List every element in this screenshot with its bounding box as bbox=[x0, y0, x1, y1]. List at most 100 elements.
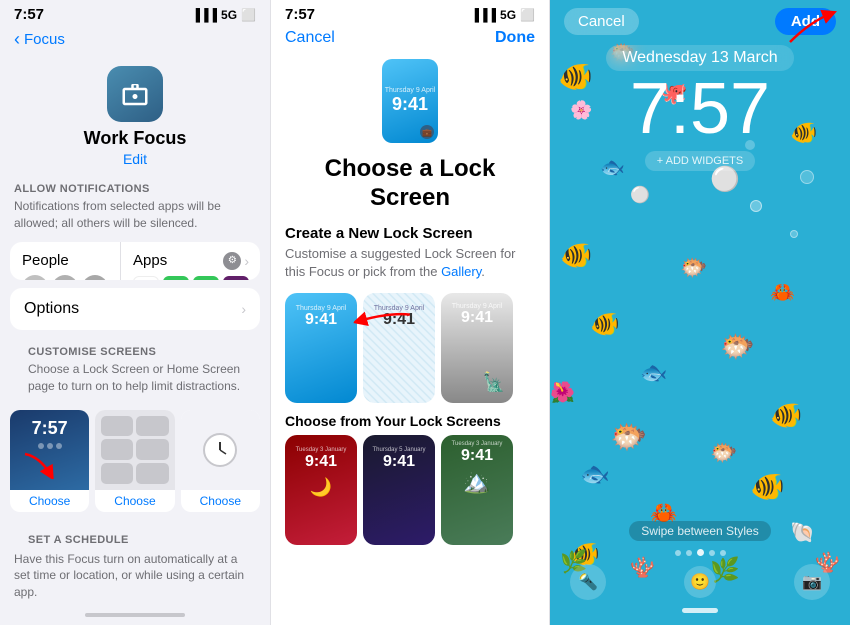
focus-title: Work Focus bbox=[84, 128, 187, 149]
apps-label: Apps ⚙ › bbox=[133, 252, 249, 270]
fish-8: 🐡 bbox=[720, 330, 755, 363]
camera-button[interactable]: 📷 bbox=[794, 564, 830, 600]
moon-decoration: 🌙 bbox=[310, 477, 332, 498]
lockscreen-options-row: Thursday 9 April 9:41 Thursday 9 April 9… bbox=[271, 289, 549, 411]
schedule-section: SET A SCHEDULE Have this Focus turn on a… bbox=[0, 518, 270, 605]
allow-notif-desc: Notifications from selected apps will be… bbox=[0, 198, 270, 238]
home-indicator-3 bbox=[682, 608, 718, 613]
apps-cell[interactable]: Apps ⚙ › M 📱 📞 # bbox=[121, 242, 260, 280]
ls-phone-mini: Thursday 9 April 9:41 💼 bbox=[382, 59, 438, 143]
avatar-2 bbox=[52, 275, 78, 280]
dot-ind-1 bbox=[675, 550, 681, 556]
people-label: People bbox=[22, 252, 108, 269]
back-navigation[interactable]: ‹ Focus bbox=[0, 25, 270, 58]
clock-preview-card bbox=[181, 410, 260, 490]
arrow-svg-1 bbox=[20, 449, 60, 479]
bubble-3 bbox=[750, 200, 762, 212]
home-icon-3 bbox=[101, 439, 133, 460]
fish-6: 🐠 bbox=[560, 240, 592, 271]
ls-opt3-time: 9:41 bbox=[461, 310, 493, 326]
customise-title: CUSTOMISE SCREENS bbox=[14, 340, 256, 361]
home-icon-1 bbox=[101, 416, 133, 437]
gallery-link[interactable]: Gallery bbox=[441, 264, 481, 279]
chevron-right-icon: › bbox=[244, 253, 249, 269]
status-icons-1: ▐▐▐ 5G ⬜ bbox=[192, 8, 256, 22]
existing-ls-1[interactable]: Tuesday 3 January 9:41 🌙 bbox=[285, 435, 357, 545]
card-time-1: 7:57 bbox=[32, 418, 68, 439]
avatar-1 bbox=[22, 275, 48, 280]
add-button[interactable]: Add bbox=[775, 8, 836, 35]
ls-mini-date: Thursday 9 April bbox=[385, 87, 436, 94]
faceid-icon: 🙂 bbox=[684, 566, 716, 598]
red-arrow-1 bbox=[20, 449, 60, 484]
period: . bbox=[481, 264, 485, 279]
customise-section: CUSTOMISE SCREENS Choose a Lock Screen o… bbox=[0, 334, 270, 404]
bottom-icons-row: 🔦 🙂 📷 bbox=[550, 564, 850, 600]
homescreen-card[interactable]: Choose bbox=[95, 410, 174, 512]
ls-option-blue[interactable]: Thursday 9 April 9:41 bbox=[285, 293, 357, 403]
swipe-hint: Swipe between Styles bbox=[629, 521, 770, 541]
battery-icon-2: ⬜ bbox=[520, 8, 535, 22]
options-label: Options bbox=[24, 300, 79, 318]
signal-bars-icon: ▐▐▐ bbox=[192, 8, 218, 22]
create-new-title: Create a New Lock Screen bbox=[285, 225, 535, 242]
apps-icons: M 📱 📞 # bbox=[133, 276, 249, 280]
people-icons bbox=[22, 275, 108, 280]
back-chevron-icon: ‹ bbox=[14, 29, 20, 50]
add-widgets-bar[interactable]: + ADD WIDGETS bbox=[645, 151, 756, 171]
from-lockscreens-label: Choose from Your Lock Screens bbox=[271, 411, 549, 435]
torch-button[interactable]: 🔦 bbox=[570, 564, 606, 600]
options-row[interactable]: Options › bbox=[10, 288, 260, 330]
avatar-3 bbox=[82, 275, 108, 280]
battery-icon-1: ⬜ bbox=[241, 8, 256, 22]
bubble-5 bbox=[800, 170, 814, 184]
status-icons-2: ▐▐▐ 5G ⬜ bbox=[471, 8, 535, 22]
cancel-button[interactable]: Cancel bbox=[285, 29, 335, 47]
fish-7: 🐠 bbox=[590, 310, 620, 339]
exist-ls2-time: 9:41 bbox=[383, 453, 415, 471]
ls-main-time: 7:57 bbox=[630, 73, 770, 145]
network-type-1: 5G bbox=[221, 8, 237, 22]
fish-10: 🐠 bbox=[770, 400, 802, 431]
bubble-2: ⚪ bbox=[630, 185, 650, 205]
clock-card[interactable]: Choose bbox=[181, 410, 260, 512]
panel-work-focus: 7:57 ▐▐▐ 5G ⬜ ‹ Focus Work Focus Edit AL… bbox=[0, 0, 270, 625]
choose-lockscreen-title: Choose a Lock Screen bbox=[271, 153, 549, 225]
dot-ind-5 bbox=[720, 550, 726, 556]
people-cell[interactable]: People bbox=[10, 242, 121, 280]
existing-ls-2[interactable]: Thursday 5 January 9:41 bbox=[363, 435, 435, 545]
home-icon-6 bbox=[136, 463, 168, 484]
panel2-topbar: Cancel Done bbox=[271, 25, 549, 55]
choose-label-1: Choose bbox=[10, 490, 89, 512]
cancel-button-3[interactable]: Cancel bbox=[564, 8, 639, 35]
ls-option-photo[interactable]: Thursday 9 April 9:41 🗽 bbox=[441, 293, 513, 403]
existing-ls-3[interactable]: Tuesday 3 January 9:41 🏔️ bbox=[441, 435, 513, 545]
home-icon-5 bbox=[101, 463, 133, 484]
notifications-row: People Apps ⚙ › M 📱 📞 # bbox=[10, 242, 260, 280]
slack-app-icon: # bbox=[223, 276, 249, 280]
panel-live-lockscreen: 🐠 🐡 🐙 🌸 🐠 🐟 ⚪ ⚪ 🐠 🐡 🦀 🐠 🐡 🐟 🌺 🐠 🐡 🐡 🐟 🐠 … bbox=[550, 0, 850, 625]
lockscreen-main-content: Wednesday 13 March 7:57 + ADD WIDGETS bbox=[550, 39, 850, 171]
done-button[interactable]: Done bbox=[495, 29, 535, 47]
fish-big: 🐡 bbox=[610, 420, 647, 455]
exist-ls1-time: 9:41 bbox=[305, 453, 337, 471]
puffer-1: 🐡 bbox=[680, 255, 707, 281]
existing-lockscreens-row: Tuesday 3 January 9:41 🌙 Thursday 5 Janu… bbox=[271, 435, 549, 545]
back-label: Focus bbox=[24, 31, 65, 48]
focus-edit-button[interactable]: Edit bbox=[123, 151, 147, 167]
clock-svg-icon bbox=[202, 432, 238, 468]
home-bar-1 bbox=[85, 613, 185, 617]
panel3-topbar: Cancel Add bbox=[550, 0, 850, 39]
statue-decoration: 🗽 bbox=[483, 372, 505, 393]
crab-1: 🦀 bbox=[770, 280, 795, 305]
focus-icon bbox=[107, 66, 163, 122]
network-type-2: 5G bbox=[500, 8, 516, 22]
lockscreen-card[interactable]: 7:57 Choose bbox=[10, 410, 89, 512]
schedule-desc: Have this Focus turn on automatically at… bbox=[14, 551, 256, 601]
gmail-app-icon: M bbox=[133, 276, 159, 280]
ls-mini-badge: 💼 bbox=[420, 125, 434, 139]
phone-app-icon: 📞 bbox=[193, 276, 219, 280]
fish-11: 🐟 bbox=[580, 460, 610, 489]
status-time-2: 7:57 bbox=[285, 6, 315, 23]
ls-mini-time: 9:41 bbox=[392, 94, 428, 115]
